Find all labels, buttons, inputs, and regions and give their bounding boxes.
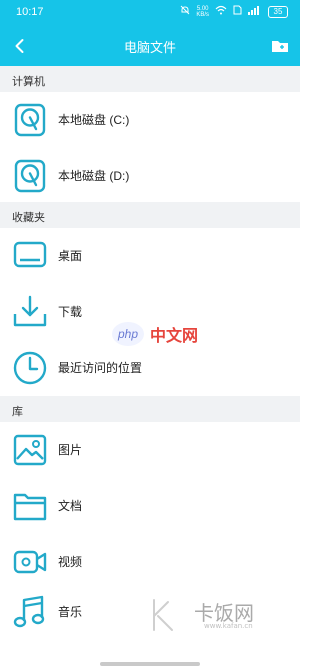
list-item-label: 本地磁盘 (D:) <box>58 169 130 183</box>
image-icon <box>12 432 48 468</box>
status-icons: 5.00 KB/s 35 <box>180 5 288 18</box>
list-item-label: 本地磁盘 (C:) <box>58 113 130 127</box>
list-item-recent[interactable]: 最近访问的位置 <box>0 340 300 394</box>
list-item-label: 图片 <box>58 443 83 457</box>
php-watermark: php 中文网 <box>112 322 198 346</box>
wifi-icon <box>215 5 227 18</box>
php-watermark-text: 中文网 <box>150 328 199 345</box>
list-item-videos[interactable]: 视频 <box>0 534 300 588</box>
list-item-label: 音乐 <box>58 605 83 619</box>
list-item-disk-d[interactable]: 本地磁盘 (D:) <box>0 148 300 202</box>
hard-disk-icon <box>12 158 48 194</box>
app-bar: 电脑文件 <box>0 26 300 66</box>
hard-disk-icon <box>12 102 48 138</box>
signal-icon <box>248 5 262 18</box>
section-title: 收藏夹 <box>12 212 45 224</box>
section-header-favorites: 收藏夹 <box>0 202 300 228</box>
video-camera-icon <box>12 544 48 580</box>
section-header-library: 库 <box>0 396 300 422</box>
list-item-label: 桌面 <box>58 249 83 263</box>
music-note-icon <box>12 594 48 630</box>
list-item-documents[interactable]: 文档 <box>0 478 300 532</box>
list-item-label: 文档 <box>58 499 83 513</box>
folder-button[interactable] <box>270 36 290 56</box>
folder-icon <box>12 488 48 524</box>
net-speed-value: 5.00 <box>196 5 209 12</box>
page-title: 电脑文件 <box>123 40 176 55</box>
status-time: 10:17 <box>16 6 44 18</box>
list-item-label: 最近访问的位置 <box>58 361 143 375</box>
kafan-watermark: 卡饭网 www.kafan.cn <box>148 596 298 636</box>
section-title: 计算机 <box>12 76 45 88</box>
php-logo: php <box>112 322 144 346</box>
screen: 10:17 5.00 KB/s 35 电脑文件 计算机 本地磁盘 (C:) 本地… <box>0 0 300 667</box>
net-speed-unit: KB/s <box>196 11 209 18</box>
list-item-desktop[interactable]: 桌面 <box>0 228 300 282</box>
home-indicator[interactable] <box>100 662 200 666</box>
bell-off-icon <box>180 5 190 18</box>
section-header-computer: 计算机 <box>0 66 300 92</box>
status-bar: 10:17 5.00 KB/s 35 <box>0 0 300 26</box>
folder-icon <box>270 41 290 60</box>
download-icon <box>12 294 48 330</box>
list-item-disk-c[interactable]: 本地磁盘 (C:) <box>0 92 300 146</box>
kafan-watermark-url: www.kafan.cn <box>204 622 253 630</box>
section-title: 库 <box>12 406 23 418</box>
battery-level: 35 <box>273 6 283 16</box>
desktop-monitor-icon <box>12 238 48 274</box>
list-item-pictures[interactable]: 图片 <box>0 422 300 476</box>
sim-card-icon <box>233 5 242 18</box>
battery-icon: 35 <box>268 5 288 18</box>
list-item-label: 视频 <box>58 555 83 569</box>
list-item-label: 下载 <box>58 305 83 319</box>
net-speed: 5.00 KB/s <box>196 6 209 18</box>
clock-icon <box>12 350 48 386</box>
